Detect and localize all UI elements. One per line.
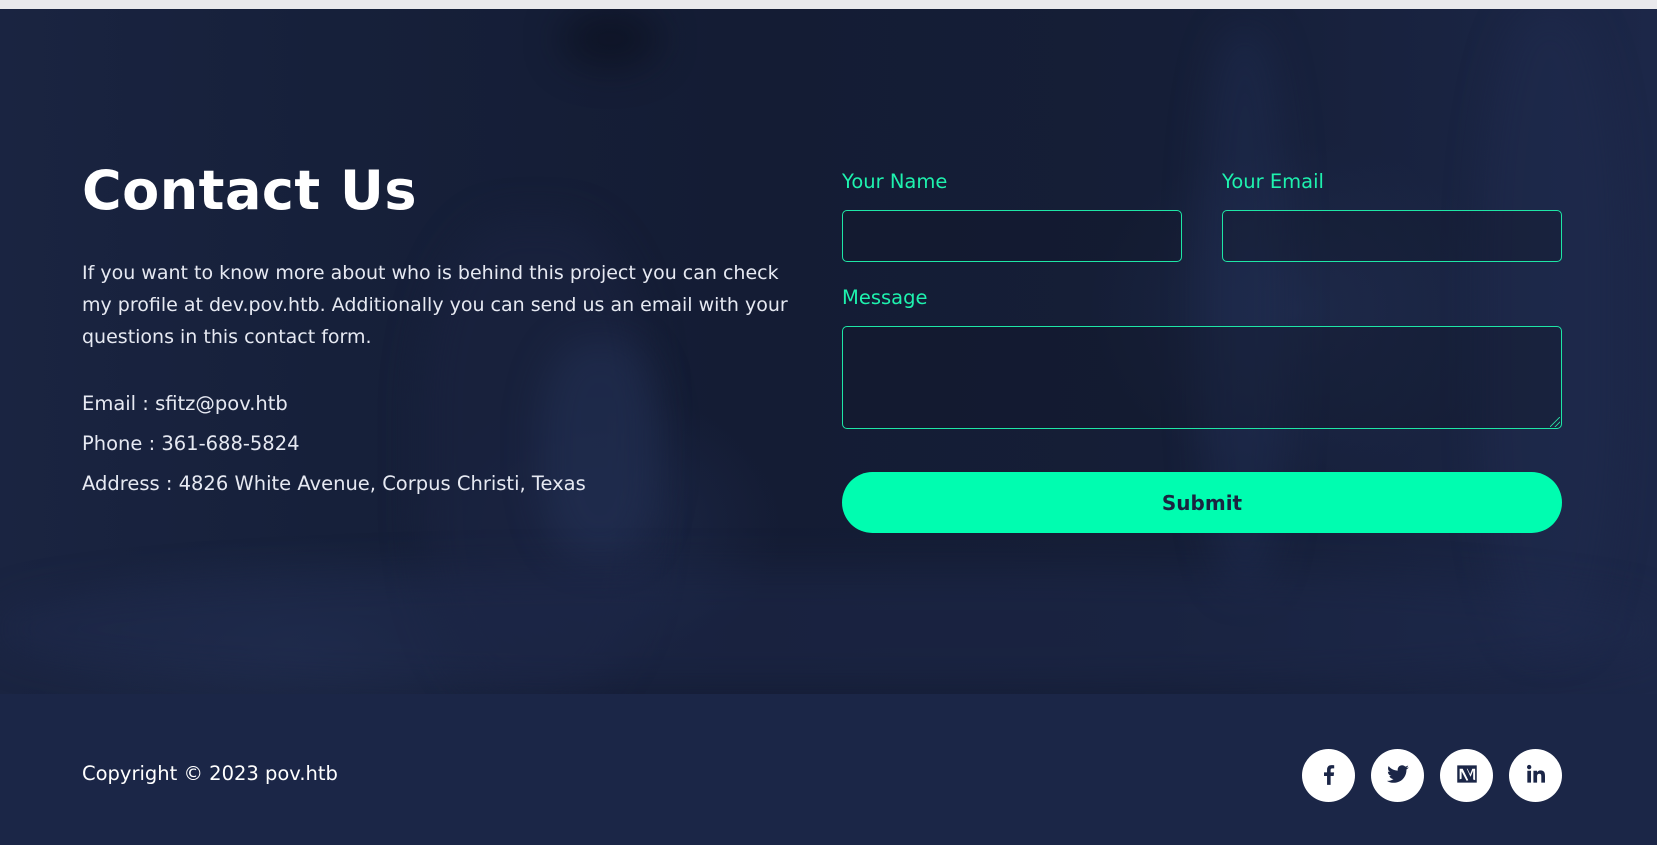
name-field-label: Your Name xyxy=(842,170,948,193)
medium-icon xyxy=(1454,761,1480,791)
submit-button[interactable]: Submit xyxy=(842,472,1562,533)
email-field[interactable] xyxy=(1222,210,1562,262)
contact-address: Address : 4826 White Avenue, Corpus Chri… xyxy=(82,472,586,495)
textarea-resize-handle[interactable] xyxy=(1550,417,1560,427)
contact-email: Email : sfitz@pov.htb xyxy=(82,392,288,415)
background-shape xyxy=(0,569,1657,689)
linkedin-link[interactable] xyxy=(1509,749,1562,802)
page-title: Contact Us xyxy=(82,159,418,222)
facebook-link[interactable] xyxy=(1302,749,1355,802)
medium-link[interactable] xyxy=(1440,749,1493,802)
contact-phone: Phone : 361-688-5824 xyxy=(82,432,300,455)
footer: Copyright © 2023 pov.htb xyxy=(0,694,1657,845)
facebook-icon xyxy=(1316,761,1342,791)
contact-intro-text: If you want to know more about who is be… xyxy=(82,262,788,348)
message-field-label: Message xyxy=(842,286,928,309)
linkedin-icon xyxy=(1523,761,1549,791)
message-field[interactable] xyxy=(842,326,1562,429)
email-field-label: Your Email xyxy=(1222,170,1324,193)
contact-section: Contact Us If you want to know more abou… xyxy=(0,9,1657,694)
background-shape xyxy=(540,339,660,559)
top-browser-strip xyxy=(0,0,1657,9)
twitter-link[interactable] xyxy=(1371,749,1424,802)
copyright-text: Copyright © 2023 pov.htb xyxy=(82,762,338,785)
background-shape xyxy=(560,9,660,69)
name-field[interactable] xyxy=(842,210,1182,262)
twitter-icon xyxy=(1385,761,1411,791)
